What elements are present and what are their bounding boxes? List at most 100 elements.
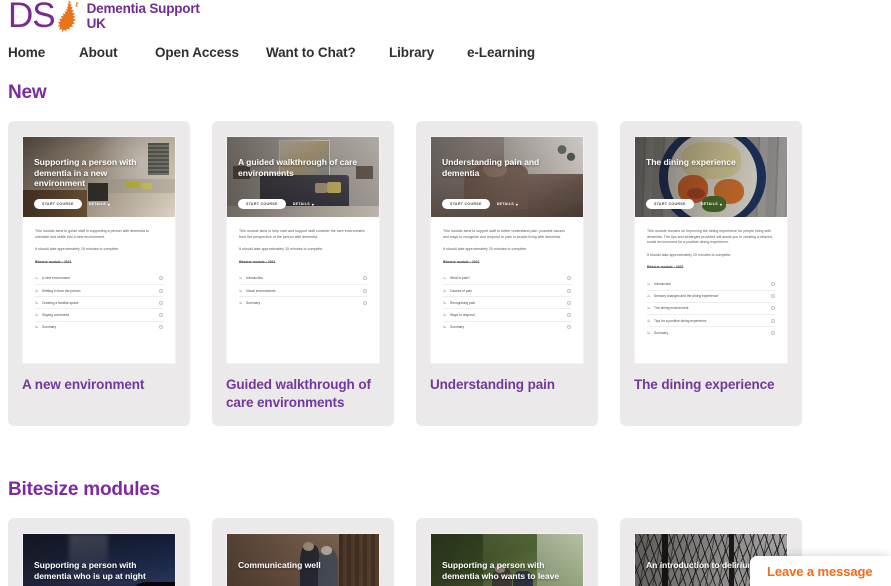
course-card[interactable]: The dining experience START COURSE DETAI… xyxy=(620,121,802,426)
thumbnail-hero: Supporting a person with dementia who wa… xyxy=(431,534,583,586)
nav-item-open-access[interactable]: Open Access xyxy=(155,45,239,60)
lesson-label: Staying connected xyxy=(42,312,70,317)
lesson-status-icon xyxy=(771,281,775,286)
course-card[interactable]: Understanding pain and dementia START CO… xyxy=(416,121,598,426)
lesson-row[interactable]: 5▸ Summary xyxy=(647,326,775,338)
chevron-down-icon: ▾ xyxy=(515,201,519,207)
lesson-row[interactable]: 1▸ Introduction xyxy=(647,278,775,289)
lesson-label: Visual environments xyxy=(246,288,276,293)
nav-item-library[interactable]: Library xyxy=(389,45,434,60)
lesson-index-icon: 3▸ xyxy=(35,300,39,305)
course-thumbnail: A guided walkthrough of care environment… xyxy=(226,136,380,364)
module-duration: It should take approximately 20 minutes … xyxy=(443,247,528,252)
lesson-label: Settling in from the person xyxy=(42,288,81,293)
main-navigation: Home About Open Access Want to Chat? Lib… xyxy=(8,44,535,62)
lesson-label: Creating a familiar space xyxy=(42,300,79,305)
lesson-row[interactable]: 3▸ Recognising pain xyxy=(443,296,571,308)
course-card-title[interactable]: Understanding pain xyxy=(430,364,584,408)
lesson-row[interactable]: 3▸ Creating a familiar space xyxy=(35,296,163,308)
lesson-index-icon: 2▸ xyxy=(35,288,39,293)
module-description: This module focuses on improving the din… xyxy=(647,229,773,245)
course-card-title[interactable]: A new environment xyxy=(22,364,176,408)
start-course-button[interactable]: START COURSE xyxy=(238,199,286,209)
details-button-label: DETAILS xyxy=(88,202,106,206)
lesson-row[interactable]: 2▸ Settling in from the person xyxy=(35,283,163,296)
lesson-row[interactable]: 3▸ The dining environment xyxy=(647,301,775,314)
details-button-label: DETAILS xyxy=(292,202,310,206)
lesson-row[interactable]: 4▸ Ways to respond xyxy=(443,308,571,320)
details-button[interactable]: DETAILS ▾ xyxy=(701,202,723,207)
course-thumbnail: Supporting a person with dementia who is… xyxy=(22,533,176,586)
lesson-list: 1▸ What is pain? 2▸ Causes of pain 3▸ Recog… xyxy=(443,273,571,333)
uk-map-icon xyxy=(57,0,81,34)
leave-a-message-widget[interactable]: Leave a message xyxy=(750,556,891,586)
lesson-status-icon xyxy=(567,300,571,305)
lesson-row[interactable]: 2▸ Sensory changes and the dining experie… xyxy=(647,289,775,302)
start-course-button[interactable]: START COURSE xyxy=(646,199,694,209)
lesson-status-icon xyxy=(363,288,367,293)
lesson-status-icon xyxy=(771,318,775,323)
module-meta: Bitesize module • 2021 xyxy=(35,259,72,264)
site-logo[interactable]: DS Dementia Support UK xyxy=(8,0,200,34)
lesson-status-icon xyxy=(771,330,775,335)
start-course-button[interactable]: START COURSE xyxy=(34,199,82,209)
nav-item-e-learning[interactable]: e-Learning xyxy=(467,45,535,60)
thumbnail-hero: The dining experience START COURSE DETAI… xyxy=(635,137,787,217)
lesson-list: 1▸ Introduction 2▸ Visual environments 3▸ S… xyxy=(239,273,367,309)
nav-item-want-to-chat[interactable]: Want to Chat? xyxy=(266,45,356,60)
lesson-index-icon: 4▸ xyxy=(647,318,651,323)
details-button-label: DETAILS xyxy=(496,202,514,206)
course-card-title[interactable]: The dining experience xyxy=(634,364,788,408)
lesson-index-icon: 2▸ xyxy=(239,288,243,293)
course-card[interactable]: Supporting a person with dementia who is… xyxy=(8,518,190,586)
lesson-row[interactable]: 4▸ Tips for a positive dining experience xyxy=(647,313,775,326)
lesson-row[interactable]: 2▸ Causes of pain xyxy=(443,283,571,296)
details-button[interactable]: DETAILS ▾ xyxy=(293,202,315,207)
logo-wordmark: Dementia Support UK xyxy=(86,1,200,31)
lesson-label: A new environment xyxy=(42,276,71,281)
course-thumbnail: Understanding pain and dementia START CO… xyxy=(430,136,584,364)
module-meta: Bitesize module • 2021 xyxy=(239,259,276,264)
module-duration: It should take approximately 15 minutes … xyxy=(35,247,120,252)
lesson-label: Recognising pain xyxy=(450,300,476,305)
lesson-label: Tips for a positive dining experience xyxy=(654,318,707,323)
lesson-row[interactable]: 1▸ What is pain? xyxy=(443,273,571,284)
details-button[interactable]: DETAILS ▾ xyxy=(497,202,519,207)
logo-wordmark-line1: Dementia Support xyxy=(86,1,200,16)
module-meta: Bitesize module • 2022 xyxy=(647,265,684,270)
hero-title: A guided walkthrough of care environment… xyxy=(238,157,358,178)
details-button[interactable]: DETAILS ▾ xyxy=(89,202,111,207)
leave-a-message-label: Leave a message xyxy=(767,563,873,579)
lesson-status-icon xyxy=(159,288,163,293)
lesson-index-icon: 4▸ xyxy=(35,312,39,317)
course-card[interactable]: Supporting a person with dementia in a n… xyxy=(8,121,190,426)
section-heading-new: New xyxy=(8,82,47,103)
lesson-label: Summary xyxy=(654,330,669,335)
hero-title: The dining experience xyxy=(646,157,736,167)
lesson-row[interactable]: 1▸ Introduction xyxy=(239,273,367,284)
nav-item-about[interactable]: About xyxy=(79,45,118,60)
lesson-index-icon: 4▸ xyxy=(443,312,447,317)
hero-title: An introduction to delirium xyxy=(646,560,755,570)
lesson-status-icon xyxy=(771,306,775,311)
lesson-row[interactable]: 1▸ A new environment xyxy=(35,273,163,284)
lesson-row[interactable]: 5▸ Summary xyxy=(35,320,163,333)
course-card[interactable]: Supporting a person with dementia who wa… xyxy=(416,518,598,586)
course-card-title[interactable]: Guided walkthrough of care environments xyxy=(226,364,380,426)
lesson-row[interactable]: 3▸ Summary xyxy=(239,296,367,308)
lesson-label: The dining environment xyxy=(654,306,689,311)
start-course-button[interactable]: START COURSE xyxy=(442,199,490,209)
lesson-status-icon xyxy=(567,276,571,281)
thumbnail-hero: A guided walkthrough of care environment… xyxy=(227,137,379,217)
lesson-row[interactable]: 2▸ Visual environments xyxy=(239,283,367,296)
lesson-row[interactable]: 4▸ Staying connected xyxy=(35,308,163,320)
nav-item-home[interactable]: Home xyxy=(8,45,45,60)
lesson-status-icon xyxy=(567,312,571,317)
lesson-label: What is pain? xyxy=(450,276,470,281)
course-card[interactable]: A guided walkthrough of care environment… xyxy=(212,121,394,426)
course-card[interactable]: Communicating well START COURSE DETAILS … xyxy=(212,518,394,586)
lesson-label: Sensory changes and the dining experienc… xyxy=(654,294,719,299)
lesson-row[interactable]: 5▸ Summary xyxy=(443,320,571,333)
hero-title: Communicating well xyxy=(238,560,321,570)
module-description: This module aims to guide staff in suppo… xyxy=(35,229,149,239)
